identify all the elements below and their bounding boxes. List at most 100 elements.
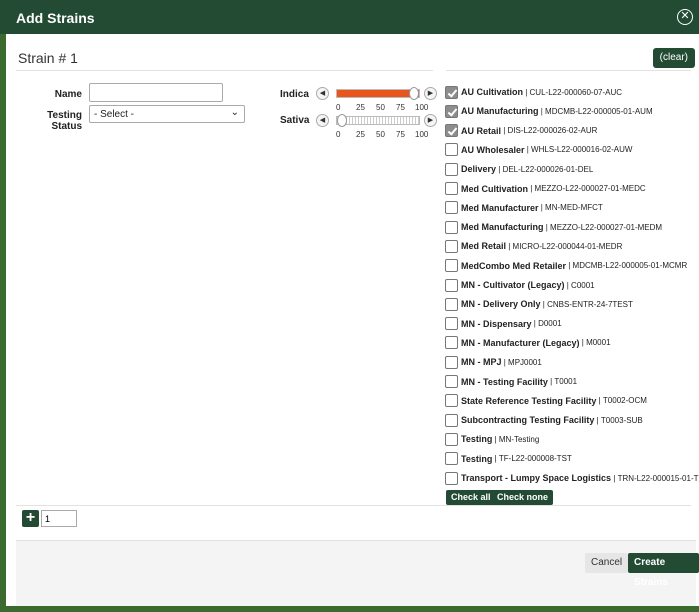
facility-checkbox[interactable]	[445, 239, 458, 253]
facility-row[interactable]: Med Cultivation | MEZZO-L22-000027-01-ME…	[445, 180, 646, 198]
facility-name: MN - MPJ	[461, 357, 502, 368]
add-count-input[interactable]	[41, 510, 77, 527]
facility-row[interactable]: MN - Dispensary | D0001	[445, 315, 562, 333]
facility-row[interactable]: Med Retail | MICRO-L22-000044-01-MEDR	[445, 237, 622, 255]
facility-row[interactable]: Transport - Lumpy Space Logistics | TRN-…	[445, 469, 699, 487]
facility-row[interactable]: MedCombo Med Retailer | MDCMB-L22-000005…	[445, 257, 687, 275]
facility-row[interactable]: Testing | MN-Testing	[445, 430, 539, 448]
facility-name: Delivery	[461, 164, 497, 175]
facility-row[interactable]: Testing | TF-L22-000008-TST	[445, 450, 572, 468]
check-all-button[interactable]: Check all	[446, 490, 496, 505]
facility-checkbox[interactable]	[445, 162, 458, 176]
facility-row[interactable]: MN - Testing Facility | T0001	[445, 373, 577, 391]
facility-checkbox[interactable]	[445, 375, 458, 388]
facility-row[interactable]: Delivery | DEL-L22-000026-01-DEL	[445, 160, 593, 178]
sativa-decrease-icon[interactable]: ◀	[316, 114, 329, 127]
dialog-title: Add Strains	[16, 10, 95, 26]
tick-label: 50	[376, 103, 385, 112]
sativa-slider-handle[interactable]	[337, 114, 347, 127]
facility-name: Med Manufacturing	[461, 222, 544, 233]
tick-label: 25	[356, 103, 365, 112]
indica-label: Indica	[280, 89, 309, 100]
facility-row[interactable]: AU Manufacturing | MDCMB-L22-000005-01-A…	[445, 102, 653, 120]
indica-slider-handle[interactable]	[409, 87, 419, 100]
divider	[16, 70, 433, 71]
name-input[interactable]	[89, 83, 223, 102]
facility-row[interactable]: AU Cultivation | CUL-L22-000060-07-AUC	[445, 83, 622, 101]
facility-checkbox[interactable]	[445, 413, 458, 427]
create-strains-button[interactable]: Create Strains	[628, 553, 699, 588]
tick-label: 100	[415, 103, 429, 112]
facility-row[interactable]: Subcontracting Testing Facility | T0003-…	[445, 411, 643, 429]
facility-name: MN - Manufacturer (Legacy)	[461, 337, 580, 348]
sativa-label: Sativa	[280, 115, 310, 126]
check-none-button[interactable]: Check none	[492, 490, 554, 505]
facility-license: MICRO-L22-000044-01-MEDR	[512, 241, 623, 251]
facility-checkbox[interactable]	[445, 432, 458, 446]
facility-checkbox[interactable]	[445, 259, 458, 273]
facility-checkbox[interactable]	[445, 143, 458, 157]
sativa-slider-track[interactable]	[336, 114, 420, 127]
facility-row[interactable]: MN - Delivery Only | CNBS-ENTR-24-7TEST	[445, 295, 633, 313]
facility-checkbox-checked[interactable]	[445, 104, 458, 118]
indica-increase-icon[interactable]: ▶	[424, 87, 437, 100]
testing-status-select[interactable]: - Select - ⌄	[89, 105, 245, 123]
sativa-increase-icon[interactable]: ▶	[424, 114, 437, 127]
facility-license: CNBS-ENTR-24-7TEST	[547, 299, 633, 309]
facility-row[interactable]: State Reference Testing Facility | T0002…	[445, 392, 647, 410]
indica-slider-track[interactable]	[336, 87, 420, 100]
tick-label: 0	[336, 103, 341, 112]
tick-label: 0	[336, 130, 341, 139]
facility-checkbox-checked[interactable]	[445, 124, 458, 138]
facility-name: MN - Delivery Only	[461, 299, 541, 310]
divider	[446, 70, 691, 71]
facility-checkbox-checked[interactable]	[445, 85, 458, 99]
facility-name: Subcontracting Testing Facility	[461, 415, 595, 426]
facility-checkbox[interactable]	[445, 452, 458, 466]
facility-checkbox[interactable]	[445, 220, 458, 234]
clear-button[interactable]: (clear)	[652, 48, 695, 68]
facility-checkbox[interactable]	[445, 471, 458, 485]
facility-name: AU Wholesaler	[461, 144, 525, 155]
tick-label: 75	[396, 103, 405, 112]
facility-license: MEZZO-L22-000027-01-MEDM	[550, 222, 663, 232]
facility-license: WHLS-L22-000016-02-AUW	[531, 145, 633, 155]
chevron-down-icon: ⌄	[230, 107, 239, 118]
facility-license: MDCMB-L22-000005-01-AUM	[545, 106, 653, 116]
facility-name: MN - Testing Facility	[461, 376, 548, 387]
name-label: Name	[54, 89, 82, 100]
facility-checkbox[interactable]	[445, 297, 458, 311]
facility-checkbox[interactable]	[445, 355, 458, 369]
facility-checkbox[interactable]	[445, 336, 458, 350]
facility-checkbox[interactable]	[445, 278, 458, 292]
facility-license: CUL-L22-000060-07-AUC	[529, 87, 623, 97]
close-icon[interactable]: ✕	[677, 9, 693, 25]
dialog-body: Strain # 1 (clear) Name Testing Status -…	[6, 34, 699, 606]
facility-row[interactable]: AU Retail | DIS-L22-000026-02-AUR	[445, 122, 597, 140]
indica-decrease-icon[interactable]: ◀	[316, 87, 329, 100]
facility-row[interactable]: MN - Manufacturer (Legacy) | M0001	[445, 334, 611, 352]
facility-name: Med Cultivation	[461, 183, 528, 194]
tick-label: 50	[376, 130, 385, 139]
strain-title: Strain # 1	[18, 50, 78, 66]
facility-row[interactable]: Med Manufacturing | MEZZO-L22-000027-01-…	[445, 218, 662, 236]
facility-license: DIS-L22-000026-02-AUR	[507, 126, 598, 136]
facility-row[interactable]: MN - Cultivator (Legacy) | C0001	[445, 276, 595, 294]
add-strains-dialog: Add Strains ✕ Strain # 1 (clear) Name Te…	[0, 0, 699, 612]
facility-row[interactable]: MN - MPJ | MPJ0001	[445, 353, 542, 371]
facility-checkbox[interactable]	[445, 394, 458, 408]
facility-row[interactable]: Med Manufacturer | MN-MED-MFCT	[445, 199, 603, 217]
facility-name: Med Manufacturer	[461, 202, 539, 213]
facility-checkbox[interactable]	[445, 317, 458, 331]
facility-checkbox[interactable]	[445, 201, 458, 215]
facility-checkbox[interactable]	[445, 182, 458, 195]
facility-name: AU Cultivation	[461, 87, 523, 97]
add-strain-button[interactable]: +	[22, 510, 39, 527]
facility-row[interactable]: AU Wholesaler | WHLS-L22-000016-02-AUW	[445, 141, 632, 159]
cancel-button[interactable]: Cancel	[585, 553, 629, 573]
facility-license: MN-MED-MFCT	[545, 203, 603, 213]
facility-name: State Reference Testing Facility	[461, 395, 597, 406]
facility-license: C0001	[571, 280, 595, 290]
tick-label: 25	[356, 130, 365, 139]
facility-license: MEZZO-L22-000027-01-MEDC	[534, 184, 646, 193]
